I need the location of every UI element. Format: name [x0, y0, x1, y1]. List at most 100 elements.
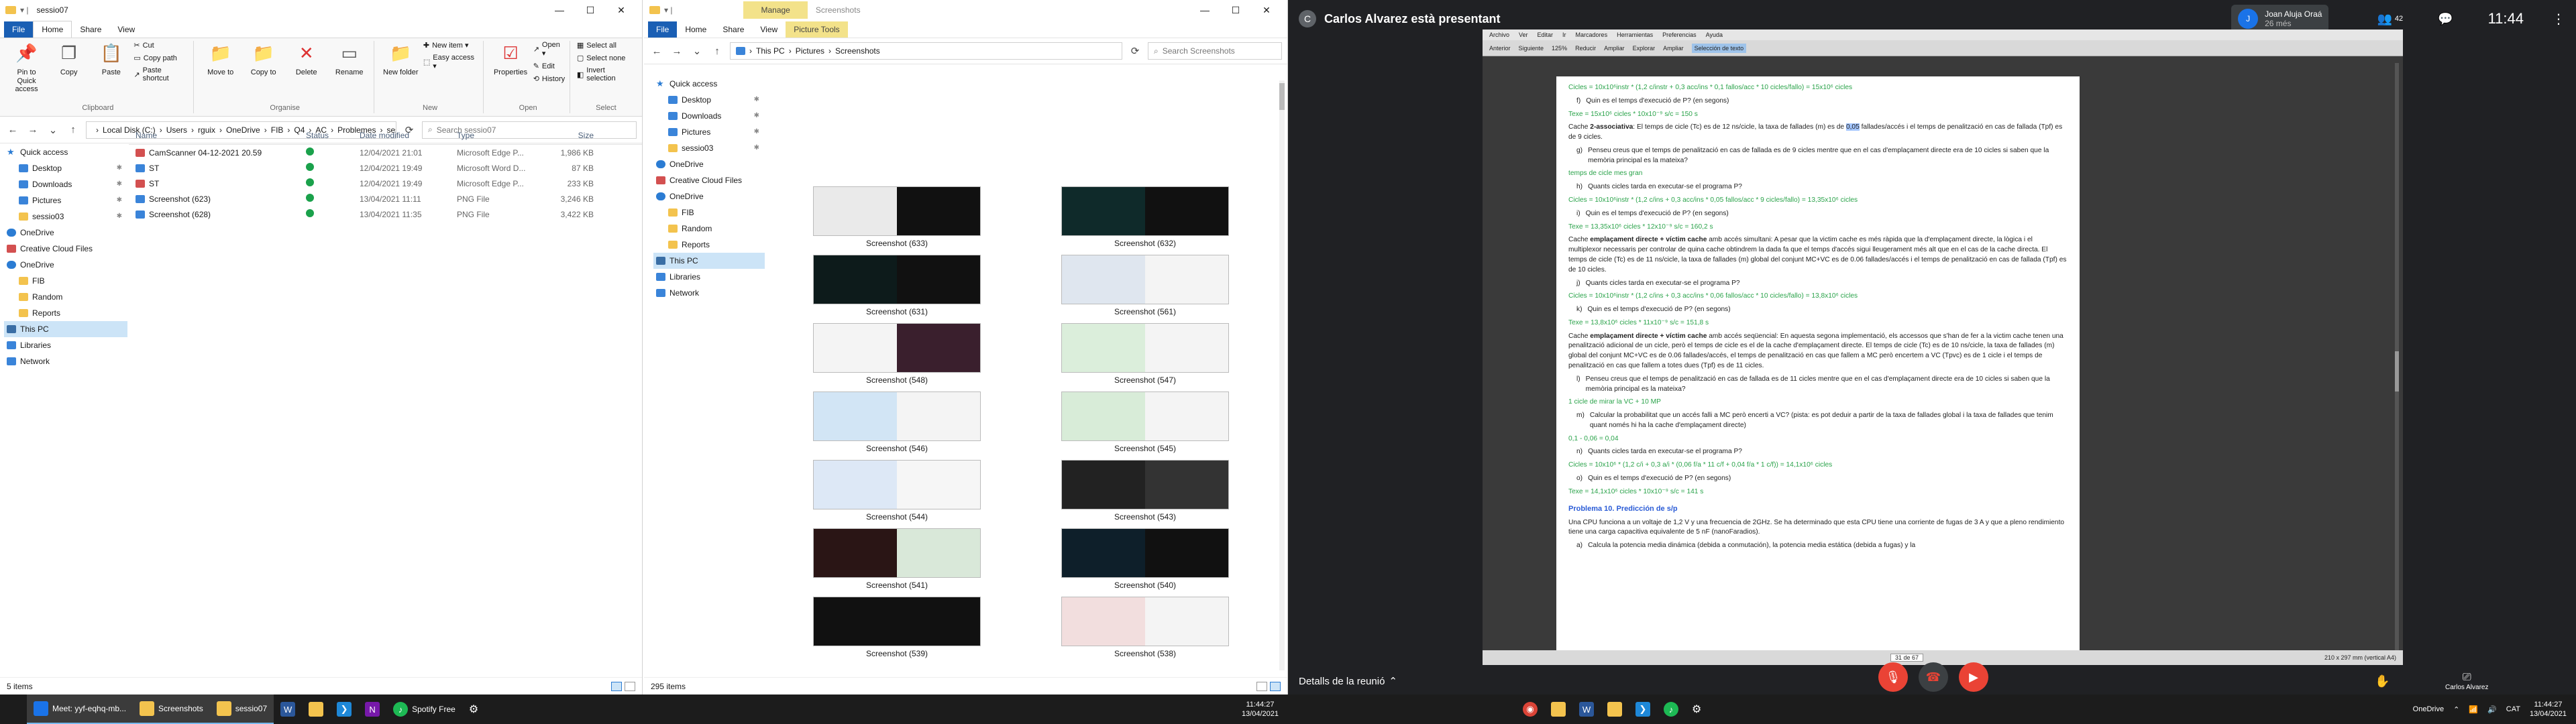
select-all-button[interactable]: ▦ Select all	[577, 41, 635, 50]
column-header-type[interactable]: Type	[457, 131, 544, 140]
nav-item-onedrive[interactable]: OneDrive	[653, 156, 765, 172]
tab-share[interactable]: Share	[714, 21, 752, 38]
nav-item-pictures[interactable]: Pictures ✱	[4, 192, 127, 208]
camera-off-button[interactable]: ▶	[1959, 662, 1988, 692]
taskbar-chrome[interactable]: ◉	[1516, 695, 1544, 724]
recent-button[interactable]: ⌄	[46, 124, 60, 136]
select-none-button[interactable]: ▢ Select none	[577, 54, 635, 63]
up-button[interactable]: ↑	[710, 46, 724, 57]
nav-item-quick-access[interactable]: ★ Quick access	[653, 76, 765, 92]
tab-share[interactable]: Share	[72, 21, 109, 38]
thumbnail-item[interactable]: Screenshot (546)	[773, 391, 1021, 453]
page-counter[interactable]: 31 de 67	[1890, 654, 1923, 662]
taskbar-sticky[interactable]	[1601, 695, 1629, 724]
tab-view[interactable]: View	[752, 21, 786, 38]
nav-item-pictures[interactable]: Pictures ✱	[653, 124, 765, 140]
tab-picture-tools[interactable]: Picture Tools	[786, 21, 848, 38]
system-tray-chevron-icon[interactable]: ⌃	[2453, 705, 2459, 714]
cut-button[interactable]: ✂ Cut	[133, 41, 189, 50]
nav-item-random[interactable]: Random	[4, 289, 127, 305]
minimize-button[interactable]: —	[1189, 5, 1220, 16]
tab-view[interactable]: View	[109, 21, 143, 38]
recent-button[interactable]: ⌄	[690, 45, 704, 57]
easy-access-button[interactable]: ⬚ Easy access ▾	[423, 54, 480, 70]
pdf-toolbar-button[interactable]: Reducir	[1575, 45, 1596, 52]
taskbar-app[interactable]: Meet: yyf-eqhq-mb...	[27, 695, 133, 724]
onedrive-label[interactable]: OneDrive	[2413, 705, 2444, 713]
column-header-date-modified[interactable]: Date modified	[360, 131, 457, 140]
paste-shortcut-button[interactable]: ↗ Paste shortcut	[133, 66, 189, 82]
raise-hand-icon[interactable]: ✋	[2375, 674, 2390, 688]
details-view-icon[interactable]	[1256, 681, 1267, 691]
maximize-button[interactable]: ☐	[1220, 5, 1251, 16]
taskbar-app[interactable]: Screenshots	[133, 695, 210, 724]
nav-item-sessio03[interactable]: sessio03 ✱	[4, 208, 127, 225]
search-input[interactable]: ⌕ Search Screenshots	[1148, 42, 1282, 60]
nav-item-onedrive[interactable]: OneDrive	[653, 188, 765, 204]
taskbar-word[interactable]: W	[1572, 695, 1601, 724]
copy-path-button[interactable]: ▭ Copy path	[133, 54, 189, 63]
file-row[interactable]: ST 12/04/2021 19:49 Microsoft Edge P... 233…	[129, 176, 642, 191]
paste-button[interactable]: 📋 Paste	[91, 41, 131, 94]
new-folder-button[interactable]: 📁 New folder	[381, 41, 421, 77]
hangup-button[interactable]: ☎	[1919, 662, 1948, 692]
pdf-menu-item[interactable]: Editar	[1538, 32, 1554, 38]
file-row[interactable]: Screenshot (628) 13/04/2021 11:35 PNG File…	[129, 206, 642, 222]
network-icon[interactable]: 📶	[2469, 705, 2478, 714]
nav-item-this-pc[interactable]: This PC	[4, 321, 127, 337]
pdf-toolbar-button[interactable]: 125%	[1552, 45, 1567, 52]
taskbar-explorer[interactable]	[1544, 695, 1572, 724]
pdf-menu-item[interactable]: Herramientas	[1617, 32, 1653, 38]
self-tile[interactable]: J Joan Aluja Oraá 26 més	[2231, 5, 2329, 33]
nav-item-libraries[interactable]: Libraries	[4, 337, 127, 353]
nav-item-quick-access[interactable]: ★ Quick access	[4, 144, 127, 160]
pdf-toolbar-button[interactable]: Explorar	[1633, 45, 1656, 52]
copy-to-button[interactable]: 📁 Copy to	[244, 41, 284, 77]
file-row[interactable]: CamScanner 04-12-2021 20.59 12/04/2021 21…	[129, 145, 642, 160]
taskbar-spotify[interactable]: ♪ Spotify Free	[386, 695, 462, 724]
quick-access-toolbar[interactable]: ▾ |	[664, 5, 672, 15]
minimize-button[interactable]: —	[544, 5, 575, 16]
pdf-toolbar-button[interactable]: Ampliar	[1663, 45, 1684, 52]
pdf-menu-item[interactable]: Preferencias	[1662, 32, 1697, 38]
taskbar-word[interactable]: W	[274, 695, 302, 724]
taskbar-vscode[interactable]: ❯	[1629, 695, 1657, 724]
participants-button[interactable]: 👥 42	[2377, 12, 2403, 26]
nav-item-downloads[interactable]: Downloads ✱	[4, 176, 127, 192]
edit-button[interactable]: ✎ Edit	[533, 62, 566, 71]
language-indicator[interactable]: CAT	[2506, 705, 2520, 713]
taskbar-onenote[interactable]: N	[358, 695, 386, 724]
address-bar[interactable]: › This PC › Pictures › Screenshots	[730, 42, 1122, 60]
taskbar-settings[interactable]: ⚙	[1685, 695, 1708, 724]
start-button[interactable]	[0, 695, 27, 724]
pdf-toolbar-button[interactable]: Selección de texto	[1691, 43, 1747, 53]
chat-icon[interactable]: 💬	[2438, 12, 2453, 26]
thumbnail-item[interactable]: Screenshot (539)	[773, 597, 1021, 658]
thumbnail-item[interactable]: Screenshot (541)	[773, 528, 1021, 590]
nav-item-onedrive[interactable]: OneDrive	[4, 225, 127, 241]
taskbar-app[interactable]: sessio07	[209, 695, 274, 724]
nav-item-libraries[interactable]: Libraries	[653, 269, 765, 285]
thumbnail-item[interactable]: Screenshot (543)	[1021, 460, 1269, 522]
nav-item-creative-cloud-files[interactable]: Creative Cloud Files	[4, 241, 127, 257]
breadcrumb-item[interactable]: Screenshots	[835, 46, 880, 56]
meeting-details-button[interactable]: Detalls de la reunió ⌃	[1299, 675, 1397, 688]
column-header-size[interactable]: Size	[544, 131, 598, 140]
pdf-menu-item[interactable]: Marcadores	[1576, 32, 1608, 38]
nav-item-this-pc[interactable]: This PC	[653, 253, 765, 269]
thumbnail-item[interactable]: Screenshot (633)	[773, 186, 1021, 248]
nav-item-reports[interactable]: Reports	[4, 305, 127, 321]
pdf-scrollbar[interactable]	[2395, 63, 2399, 653]
close-button[interactable]: ✕	[606, 5, 637, 16]
nav-item-creative-cloud-files[interactable]: Creative Cloud Files	[653, 172, 765, 188]
up-button[interactable]: ↑	[66, 124, 80, 135]
nav-item-fib[interactable]: FIB	[653, 204, 765, 221]
history-button[interactable]: ⟲ History	[533, 74, 566, 84]
nav-item-random[interactable]: Random	[653, 221, 765, 237]
pdf-menu-item[interactable]: Ir	[1562, 32, 1566, 38]
nav-item-downloads[interactable]: Downloads ✱	[653, 108, 765, 124]
large-icons-view-icon[interactable]	[1270, 681, 1281, 691]
scrollbar[interactable]	[1279, 80, 1285, 670]
thumbnail-item[interactable]: Screenshot (631)	[773, 255, 1021, 316]
column-header-name[interactable]: Name	[129, 131, 306, 140]
